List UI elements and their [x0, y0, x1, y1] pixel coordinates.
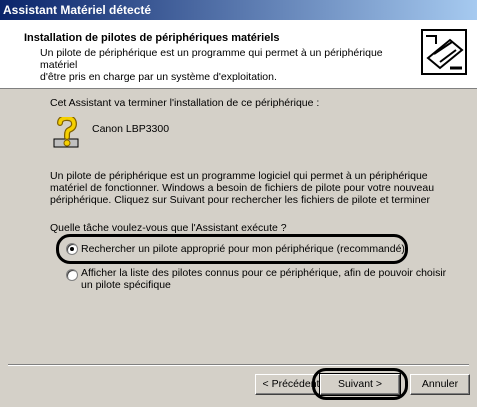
task-question: Quelle tâche voulez-vous que l'Assistant… — [50, 222, 287, 234]
cancel-button[interactable]: Annuler — [410, 374, 470, 395]
intro-text: Cet Assistant va terminer l'installation… — [50, 97, 320, 109]
description-text: Un pilote de périphérique est un program… — [50, 170, 450, 206]
option-show-driver-list-line1: Afficher la liste des pilotes connus pou… — [81, 267, 447, 279]
header-subtitle: Un pilote de périphérique est un program… — [40, 47, 410, 83]
hardware-wizard-icon — [421, 29, 467, 75]
description-line3: périphérique. Cliquez sur Suivant pour r… — [50, 194, 430, 206]
radio-show-driver-list[interactable] — [66, 269, 78, 281]
header-subtitle-line2: d'être pris en charge par un système d'e… — [40, 71, 277, 83]
option-show-driver-list-label[interactable]: Afficher la liste des pilotes connus pou… — [81, 267, 446, 291]
header-subtitle-line1: Un pilote de périphérique est un program… — [40, 47, 383, 71]
title-bar[interactable]: Assistant Matériel détecté — [0, 0, 477, 20]
wizard-window: Assistant Matériel détecté Installation … — [0, 0, 477, 407]
wizard-header: Installation de pilotes de périphériques… — [0, 20, 477, 89]
footer-separator — [8, 364, 469, 366]
description-line1: Un pilote de périphérique est un program… — [50, 170, 428, 182]
device-name: Canon LBP3300 — [92, 123, 170, 135]
next-button-highlight-outline — [312, 368, 408, 400]
header-title: Installation de pilotes de périphériques… — [24, 32, 280, 44]
option-highlight-outline — [56, 234, 408, 264]
description-line2: matériel de fonctionner. Windows a besoi… — [50, 182, 435, 194]
option-show-driver-list-line2: un pilote spécifique — [81, 279, 171, 291]
window-title: Assistant Matériel détecté — [3, 3, 152, 17]
unknown-device-question-icon — [53, 117, 79, 148]
